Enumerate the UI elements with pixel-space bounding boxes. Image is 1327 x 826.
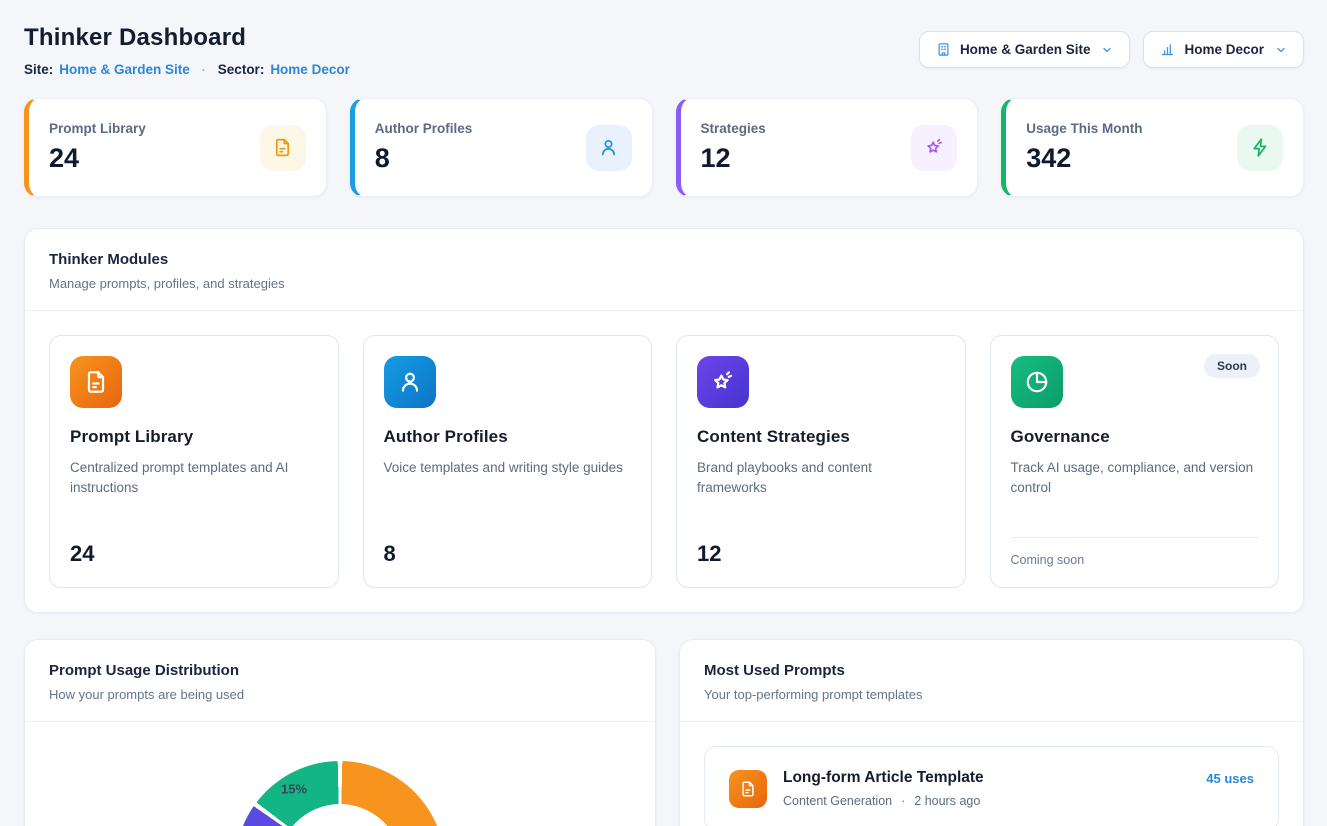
module-description: Centralized prompt templates and AI inst… <box>70 458 318 499</box>
stat-card-strategies: Strategies 12 <box>676 98 979 197</box>
star-sparkle-icon <box>697 356 749 408</box>
module-card-governance[interactable]: Soon Governance Track AI usage, complian… <box>990 335 1280 588</box>
stat-label: Prompt Library <box>49 121 146 136</box>
prompts-card-subtitle: Your top-performing prompt templates <box>704 687 1279 702</box>
stat-value: 8 <box>375 143 473 174</box>
site-link[interactable]: Home & Garden Site <box>59 62 190 77</box>
bottom-row: Prompt Usage Distribution How your promp… <box>24 639 1304 826</box>
donut-slice-label: 15% <box>281 782 307 797</box>
prompt-meta: Content Generation · 2 hours ago <box>783 794 1190 808</box>
bar-chart-icon <box>1160 42 1175 57</box>
prompts-card-title: Most Used Prompts <box>704 662 1279 679</box>
uses-count: 45 uses <box>1206 769 1254 786</box>
chevron-down-icon <box>1101 44 1113 56</box>
module-card-author-profiles[interactable]: Author Profiles Voice templates and writ… <box>363 335 653 588</box>
module-description: Brand playbooks and content frameworks <box>697 458 945 499</box>
module-title: Prompt Library <box>70 427 318 447</box>
stat-label: Strategies <box>701 121 766 136</box>
module-title: Content Strategies <box>697 427 945 447</box>
thinker-modules-panel: Thinker Modules Manage prompts, profiles… <box>24 228 1304 613</box>
site-dropdown-button[interactable]: Home & Garden Site <box>919 31 1131 68</box>
donut-chart-area: 15% <box>25 761 655 826</box>
modules-grid: Prompt Library Centralized prompt templa… <box>25 311 1303 612</box>
module-description: Voice templates and writing style guides <box>384 458 632 478</box>
page-title: Thinker Dashboard <box>24 24 350 52</box>
file-icon <box>260 125 306 171</box>
building-icon <box>936 42 951 57</box>
site-sector-breadcrumb: Site: Home & Garden Site · Sector: Home … <box>24 62 350 77</box>
dot-separator: · <box>901 794 905 808</box>
prompts-card-header: Most Used Prompts Your top-performing pr… <box>680 640 1303 721</box>
usage-distribution-card: Prompt Usage Distribution How your promp… <box>24 639 656 826</box>
list-item[interactable]: Long-form Article Template Content Gener… <box>704 746 1279 826</box>
usage-card-title: Prompt Usage Distribution <box>49 662 631 679</box>
module-card-prompt-library[interactable]: Prompt Library Centralized prompt templa… <box>49 335 339 588</box>
dashboard-page: Thinker Dashboard Site: Home & Garden Si… <box>0 0 1327 826</box>
pie-chart-icon <box>1011 356 1063 408</box>
module-card-content-strategies[interactable]: Content Strategies Brand playbooks and c… <box>676 335 966 588</box>
coming-soon-text: Coming soon <box>1011 538 1259 567</box>
module-count: 8 <box>384 541 632 567</box>
stat-card-author-profiles: Author Profiles 8 <box>350 98 653 197</box>
divider <box>25 721 655 722</box>
sector-dropdown-button[interactable]: Home Decor <box>1143 31 1304 68</box>
module-count: 12 <box>697 541 945 567</box>
file-icon <box>70 356 122 408</box>
module-description: Track AI usage, compliance, and version … <box>1011 458 1259 499</box>
module-count: 24 <box>70 541 318 567</box>
file-icon <box>729 770 767 808</box>
modules-panel-subtitle: Manage prompts, profiles, and strategies <box>49 276 1279 291</box>
stat-card-prompt-library: Prompt Library 24 <box>24 98 327 197</box>
prompt-list: Long-form Article Template Content Gener… <box>680 722 1303 826</box>
prompt-category: Content Generation <box>783 794 892 808</box>
stat-cards-row: Prompt Library 24 Author Profiles 8 Stra… <box>24 98 1304 197</box>
sector-label: Sector: <box>218 62 265 77</box>
site-dropdown-label: Home & Garden Site <box>960 42 1091 57</box>
header-titles: Thinker Dashboard Site: Home & Garden Si… <box>24 24 350 77</box>
prompt-timestamp: 2 hours ago <box>914 794 980 808</box>
stat-value: 24 <box>49 143 146 174</box>
sector-dropdown-label: Home Decor <box>1184 42 1264 57</box>
prompt-title: Long-form Article Template <box>783 769 1190 787</box>
site-label: Site: <box>24 62 53 77</box>
modules-panel-title: Thinker Modules <box>49 251 1279 268</box>
lightning-icon <box>1237 125 1283 171</box>
usage-donut: 15% <box>235 761 445 826</box>
module-title: Governance <box>1011 427 1259 447</box>
usage-card-subtitle: How your prompts are being used <box>49 687 631 702</box>
modules-panel-header: Thinker Modules Manage prompts, profiles… <box>25 229 1303 310</box>
user-icon <box>384 356 436 408</box>
chevron-down-icon <box>1275 44 1287 56</box>
most-used-prompts-card: Most Used Prompts Your top-performing pr… <box>679 639 1304 826</box>
header-actions: Home & Garden Site Home Decor <box>919 31 1304 68</box>
soon-badge: Soon <box>1204 354 1260 378</box>
page-header: Thinker Dashboard Site: Home & Garden Si… <box>24 24 1304 77</box>
stat-label: Author Profiles <box>375 121 473 136</box>
stat-card-usage: Usage This Month 342 <box>1001 98 1304 197</box>
stat-label: Usage This Month <box>1026 121 1142 136</box>
usage-card-header: Prompt Usage Distribution How your promp… <box>25 640 655 721</box>
user-icon <box>586 125 632 171</box>
sector-link[interactable]: Home Decor <box>270 62 350 77</box>
dot-separator: · <box>202 63 206 77</box>
stat-value: 342 <box>1026 143 1142 174</box>
module-title: Author Profiles <box>384 427 632 447</box>
star-sparkle-icon <box>911 125 957 171</box>
stat-value: 12 <box>701 143 766 174</box>
